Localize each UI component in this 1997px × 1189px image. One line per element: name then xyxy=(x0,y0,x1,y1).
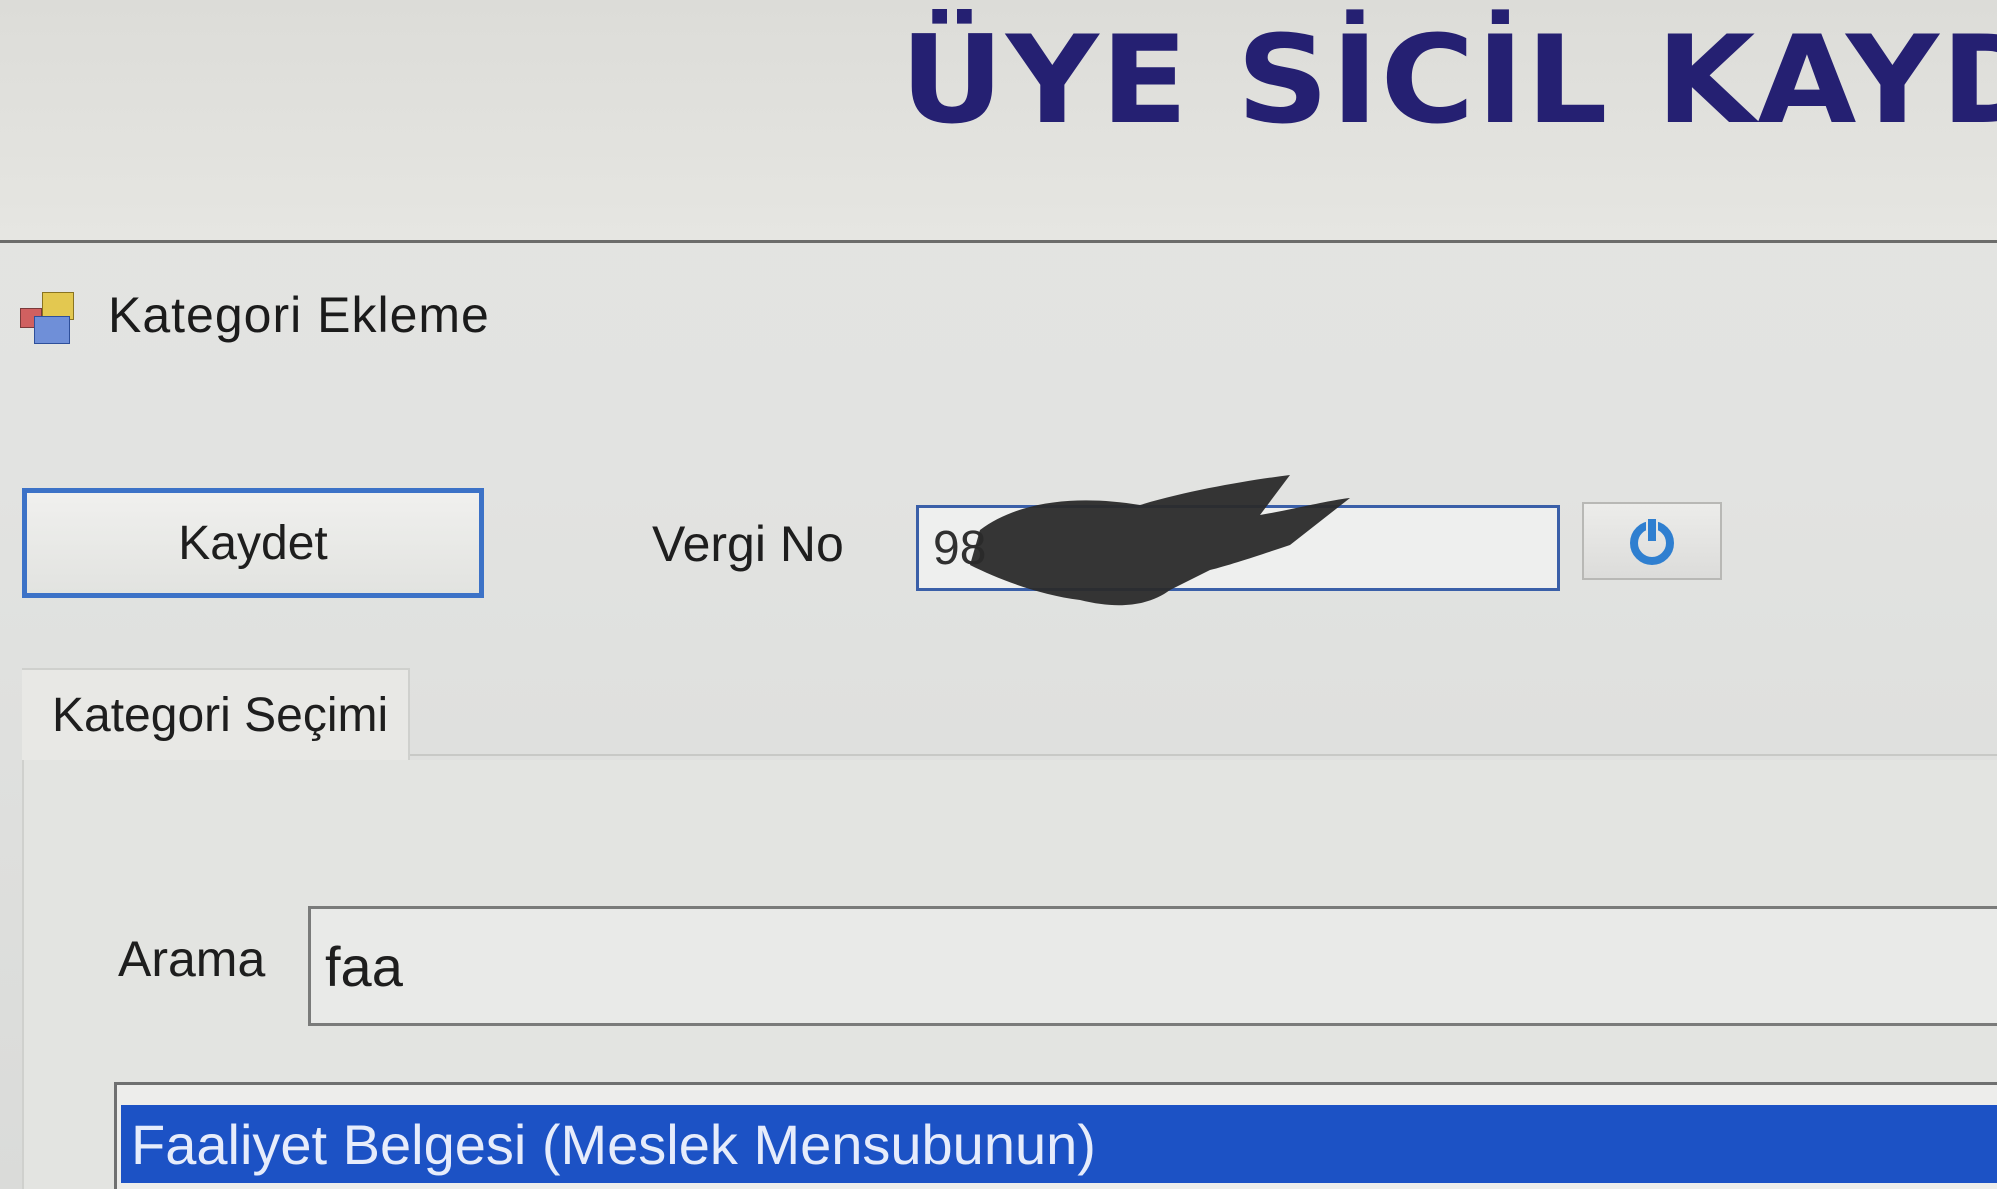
search-value: faa xyxy=(325,934,403,998)
tab-strip: Kategori Seçimi xyxy=(22,668,1997,760)
window-header: Kategori Ekleme xyxy=(20,280,490,350)
search-label: Arama xyxy=(118,931,266,987)
page-title: ÜYE SİCİL KAYDI xyxy=(900,10,1997,152)
title-banner: ÜYE SİCİL KAYDI xyxy=(0,0,1997,243)
tax-no-label: Vergi No xyxy=(652,516,844,572)
window-title: Kategori Ekleme xyxy=(108,287,490,343)
save-button[interactable]: Kaydet xyxy=(22,488,484,598)
list-item-label: Faaliyet Belgesi (Meslek Mensubunun) xyxy=(131,1112,1096,1176)
refresh-button[interactable] xyxy=(1582,502,1722,580)
refresh-icon xyxy=(1630,519,1674,565)
tab-divider xyxy=(410,754,1997,756)
tab-label: Kategori Seçimi xyxy=(52,688,389,742)
list-item[interactable]: Faaliyet Belgesi (Meslek Mensubunun) xyxy=(121,1105,1997,1183)
app-window-icon xyxy=(20,286,78,344)
screen: ÜYE SİCİL KAYDI Kategori Ekleme Kaydet V… xyxy=(0,0,1997,1189)
results-listbox[interactable]: Faaliyet Belgesi (Meslek Mensubunun) xyxy=(114,1082,1997,1189)
tab-category-selection[interactable]: Kategori Seçimi xyxy=(22,668,410,760)
search-input[interactable]: faa xyxy=(308,906,1997,1026)
redaction-mark xyxy=(970,475,1350,606)
